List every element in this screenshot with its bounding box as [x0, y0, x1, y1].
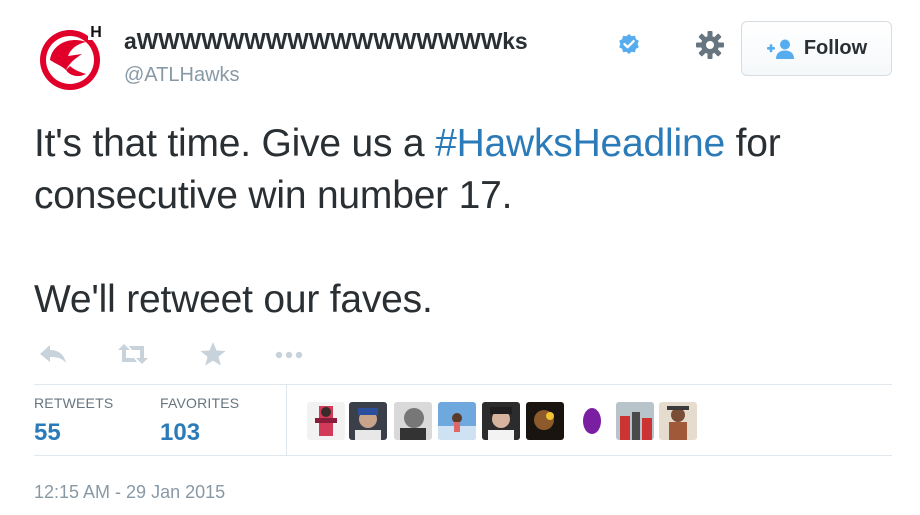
stats-divider-top: [34, 384, 892, 385]
favoriter-avatar[interactable]: [349, 402, 387, 440]
favoriter-avatar[interactable]: [482, 402, 520, 440]
favorite-star-icon[interactable]: [196, 340, 230, 368]
favoriter-avatar[interactable]: [659, 402, 697, 440]
favoriter-avatar[interactable]: [438, 402, 476, 440]
favorites-stat[interactable]: FAVORITES 103: [160, 395, 239, 447]
tweet-text: It's that time. Give us a #HawksHeadline…: [34, 118, 894, 326]
retweets-count: 55: [34, 419, 61, 446]
favoriter-avatar[interactable]: [394, 402, 432, 440]
svg-text:H: H: [90, 24, 102, 41]
favoriter-avatar[interactable]: [526, 402, 564, 440]
tweet-timestamp[interactable]: 12:15 AM - 29 Jan 2015: [34, 482, 225, 503]
favorites-label: FAVORITES: [160, 395, 240, 411]
stats-divider-vertical: [286, 385, 287, 455]
favorites-count: 103: [160, 419, 201, 446]
gear-icon[interactable]: [693, 28, 727, 62]
favoriter-avatar[interactable]: [616, 402, 654, 440]
tweet-text-line1-before: It's that time. Give us a: [34, 122, 436, 165]
more-dots-icon[interactable]: [272, 340, 306, 368]
display-name[interactable]: aWWWWWWWWWWWWWWWWWks: [124, 28, 528, 55]
favoriter-avatar[interactable]: [573, 402, 611, 440]
add-user-icon: [766, 38, 796, 60]
follow-button[interactable]: Follow: [741, 21, 892, 76]
stats-divider-bottom: [34, 455, 892, 456]
retweets-stat[interactable]: RETWEETS 55: [34, 395, 113, 447]
favoriter-avatar[interactable]: [307, 402, 345, 440]
retweets-label: RETWEETS: [34, 395, 114, 411]
reply-icon[interactable]: [36, 340, 70, 368]
hashtag-link[interactable]: #HawksHeadline: [435, 122, 725, 165]
retweet-icon[interactable]: [116, 340, 150, 368]
atl-hawks-logo-icon[interactable]: H: [36, 20, 108, 92]
tweet-text-line2: We'll retweet our faves.: [34, 278, 433, 321]
verified-badge-icon: [617, 33, 641, 57]
follow-label: Follow: [803, 37, 868, 59]
account-handle[interactable]: @ATLHawks: [124, 64, 240, 87]
